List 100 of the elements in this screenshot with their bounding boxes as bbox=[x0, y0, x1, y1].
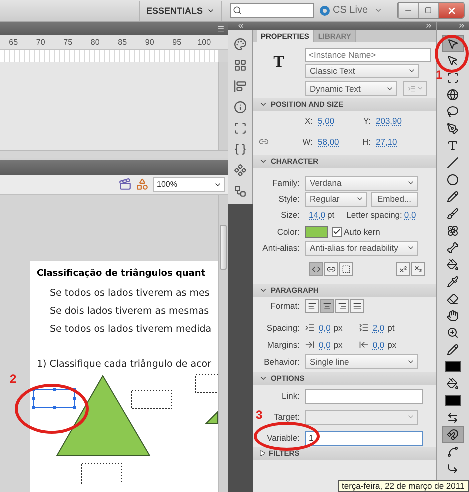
superscript-icon bbox=[398, 264, 408, 274]
value-link[interactable]: 5,00 bbox=[318, 116, 354, 126]
frame-number: 80 bbox=[90, 38, 101, 46]
curve-icon bbox=[447, 446, 459, 458]
paint-bucket-icon bbox=[447, 258, 459, 270]
close-icon bbox=[446, 6, 456, 16]
scrollbar[interactable] bbox=[218, 62, 228, 150]
subscript-icon bbox=[414, 264, 422, 274]
free-transform-icon bbox=[447, 72, 459, 84]
dashed-square-icon bbox=[342, 264, 350, 274]
label-text: px bbox=[334, 340, 343, 350]
superscript-button[interactable] bbox=[396, 262, 410, 276]
color-swatch[interactable] bbox=[305, 226, 328, 238]
variable-field[interactable]: 1 bbox=[305, 430, 423, 446]
text-type-glyph: T bbox=[272, 53, 286, 73]
align-left-icon bbox=[308, 302, 316, 310]
text-tool-icon bbox=[447, 140, 459, 152]
zoom-dropdown[interactable]: 100% bbox=[153, 177, 225, 192]
close-button[interactable] bbox=[438, 3, 464, 18]
align-button[interactable] bbox=[350, 299, 364, 313]
components-icon bbox=[234, 164, 246, 177]
value-link[interactable]: 58,00 bbox=[318, 137, 354, 147]
eraser-icon bbox=[447, 292, 459, 304]
link-field[interactable] bbox=[305, 388, 423, 404]
workspace-switcher[interactable]: ESSENTIALS bbox=[139, 0, 222, 20]
caret-icon bbox=[259, 100, 268, 109]
triangle-icon bbox=[259, 450, 266, 457]
field-label: Y: bbox=[363, 116, 371, 126]
document-text: Se todos os lados tiverem as mes bbox=[49, 288, 211, 299]
date-tooltip: terça-feira, 22 de março de 2011 bbox=[338, 480, 469, 492]
toggle-button[interactable] bbox=[309, 262, 323, 276]
info-icon bbox=[234, 101, 246, 114]
globe-icon bbox=[447, 88, 459, 100]
flower-icon bbox=[447, 224, 459, 236]
value-link[interactable]: 27,10 bbox=[376, 137, 398, 147]
tool-button[interactable] bbox=[442, 358, 464, 375]
font-family-dropdown[interactable]: Verdana bbox=[305, 176, 418, 190]
pen-icon bbox=[447, 122, 459, 134]
scrollbar-thumb[interactable] bbox=[220, 225, 227, 270]
search-field[interactable] bbox=[230, 3, 314, 18]
instance-name-field[interactable]: <Instance Name> bbox=[305, 48, 431, 62]
caret-icon bbox=[407, 413, 415, 421]
align-icon bbox=[234, 80, 246, 93]
cs-live-button[interactable]: CS Live bbox=[320, 5, 368, 16]
align-center-icon bbox=[322, 302, 332, 310]
magnet-icon bbox=[447, 428, 459, 440]
frame-number: 70 bbox=[35, 38, 46, 46]
align-button[interactable] bbox=[320, 299, 334, 313]
expand-icon bbox=[458, 22, 466, 30]
checkbox[interactable] bbox=[332, 226, 342, 236]
annotation-circle bbox=[254, 422, 320, 451]
selected-text-box[interactable] bbox=[32, 388, 76, 410]
value-link[interactable]: 14,0 bbox=[309, 210, 326, 220]
embed-button[interactable]: Embed... bbox=[371, 192, 418, 206]
label-text: pt bbox=[328, 210, 335, 220]
maximize-icon bbox=[425, 7, 432, 14]
toggle-button[interactable] bbox=[339, 262, 353, 276]
value-link[interactable]: 0,0 bbox=[319, 340, 331, 350]
align-button[interactable] bbox=[305, 299, 319, 313]
text-engine-dropdown[interactable]: Classic Text bbox=[305, 64, 419, 78]
value-link[interactable]: 203,90 bbox=[376, 116, 402, 126]
scrollbar[interactable] bbox=[218, 195, 228, 492]
maximize-button[interactable] bbox=[418, 3, 438, 18]
field-label: Margins: bbox=[267, 340, 300, 350]
field-label: Size: bbox=[281, 210, 300, 220]
behavior-dropdown[interactable]: Single line bbox=[305, 354, 418, 369]
text-type-dropdown[interactable]: Dynamic Text bbox=[305, 81, 397, 96]
frame-number: 95 bbox=[172, 38, 183, 46]
question-text: 1) Classifique cada triângulo de acor bbox=[36, 359, 213, 370]
zoom-icon bbox=[447, 326, 459, 338]
field-label: Target: bbox=[274, 412, 300, 422]
label-text: Auto kern bbox=[344, 226, 380, 236]
tool-button[interactable] bbox=[442, 392, 464, 409]
document-text: Se todos os lados tiverem medida bbox=[49, 324, 213, 335]
subscript-button[interactable] bbox=[411, 262, 425, 276]
align-button[interactable] bbox=[335, 299, 349, 313]
paint-bucket-icon bbox=[447, 378, 459, 390]
anti-alias-dropdown[interactable]: Anti-alias for readability bbox=[305, 240, 418, 256]
subselection-tool-icon bbox=[447, 54, 459, 66]
value-link[interactable]: 2,0 bbox=[372, 323, 385, 333]
minimize-button[interactable] bbox=[398, 3, 418, 18]
align-justify-icon bbox=[352, 302, 362, 310]
label-text: Letter spacing: bbox=[346, 210, 402, 220]
toggle-button[interactable] bbox=[324, 262, 338, 276]
field-label: X: bbox=[304, 116, 313, 126]
caret-icon bbox=[407, 179, 415, 187]
font-style-dropdown[interactable]: Regular bbox=[305, 192, 367, 206]
field-label: Color: bbox=[277, 226, 300, 236]
annotation-number: 2 bbox=[10, 372, 17, 386]
caret-icon bbox=[356, 195, 364, 203]
value-link[interactable]: 0,0 bbox=[404, 210, 416, 220]
pencil-icon bbox=[447, 190, 459, 202]
field-label: Family: bbox=[272, 178, 300, 188]
tool-button[interactable] bbox=[442, 426, 464, 443]
label-text: px bbox=[388, 340, 397, 350]
value-link[interactable]: 0,0 bbox=[319, 323, 331, 333]
caret-icon bbox=[259, 286, 268, 295]
value-link[interactable]: 0,0 bbox=[372, 340, 385, 350]
field-label: Variable: bbox=[267, 433, 300, 443]
clapperboard-icon bbox=[119, 178, 132, 191]
